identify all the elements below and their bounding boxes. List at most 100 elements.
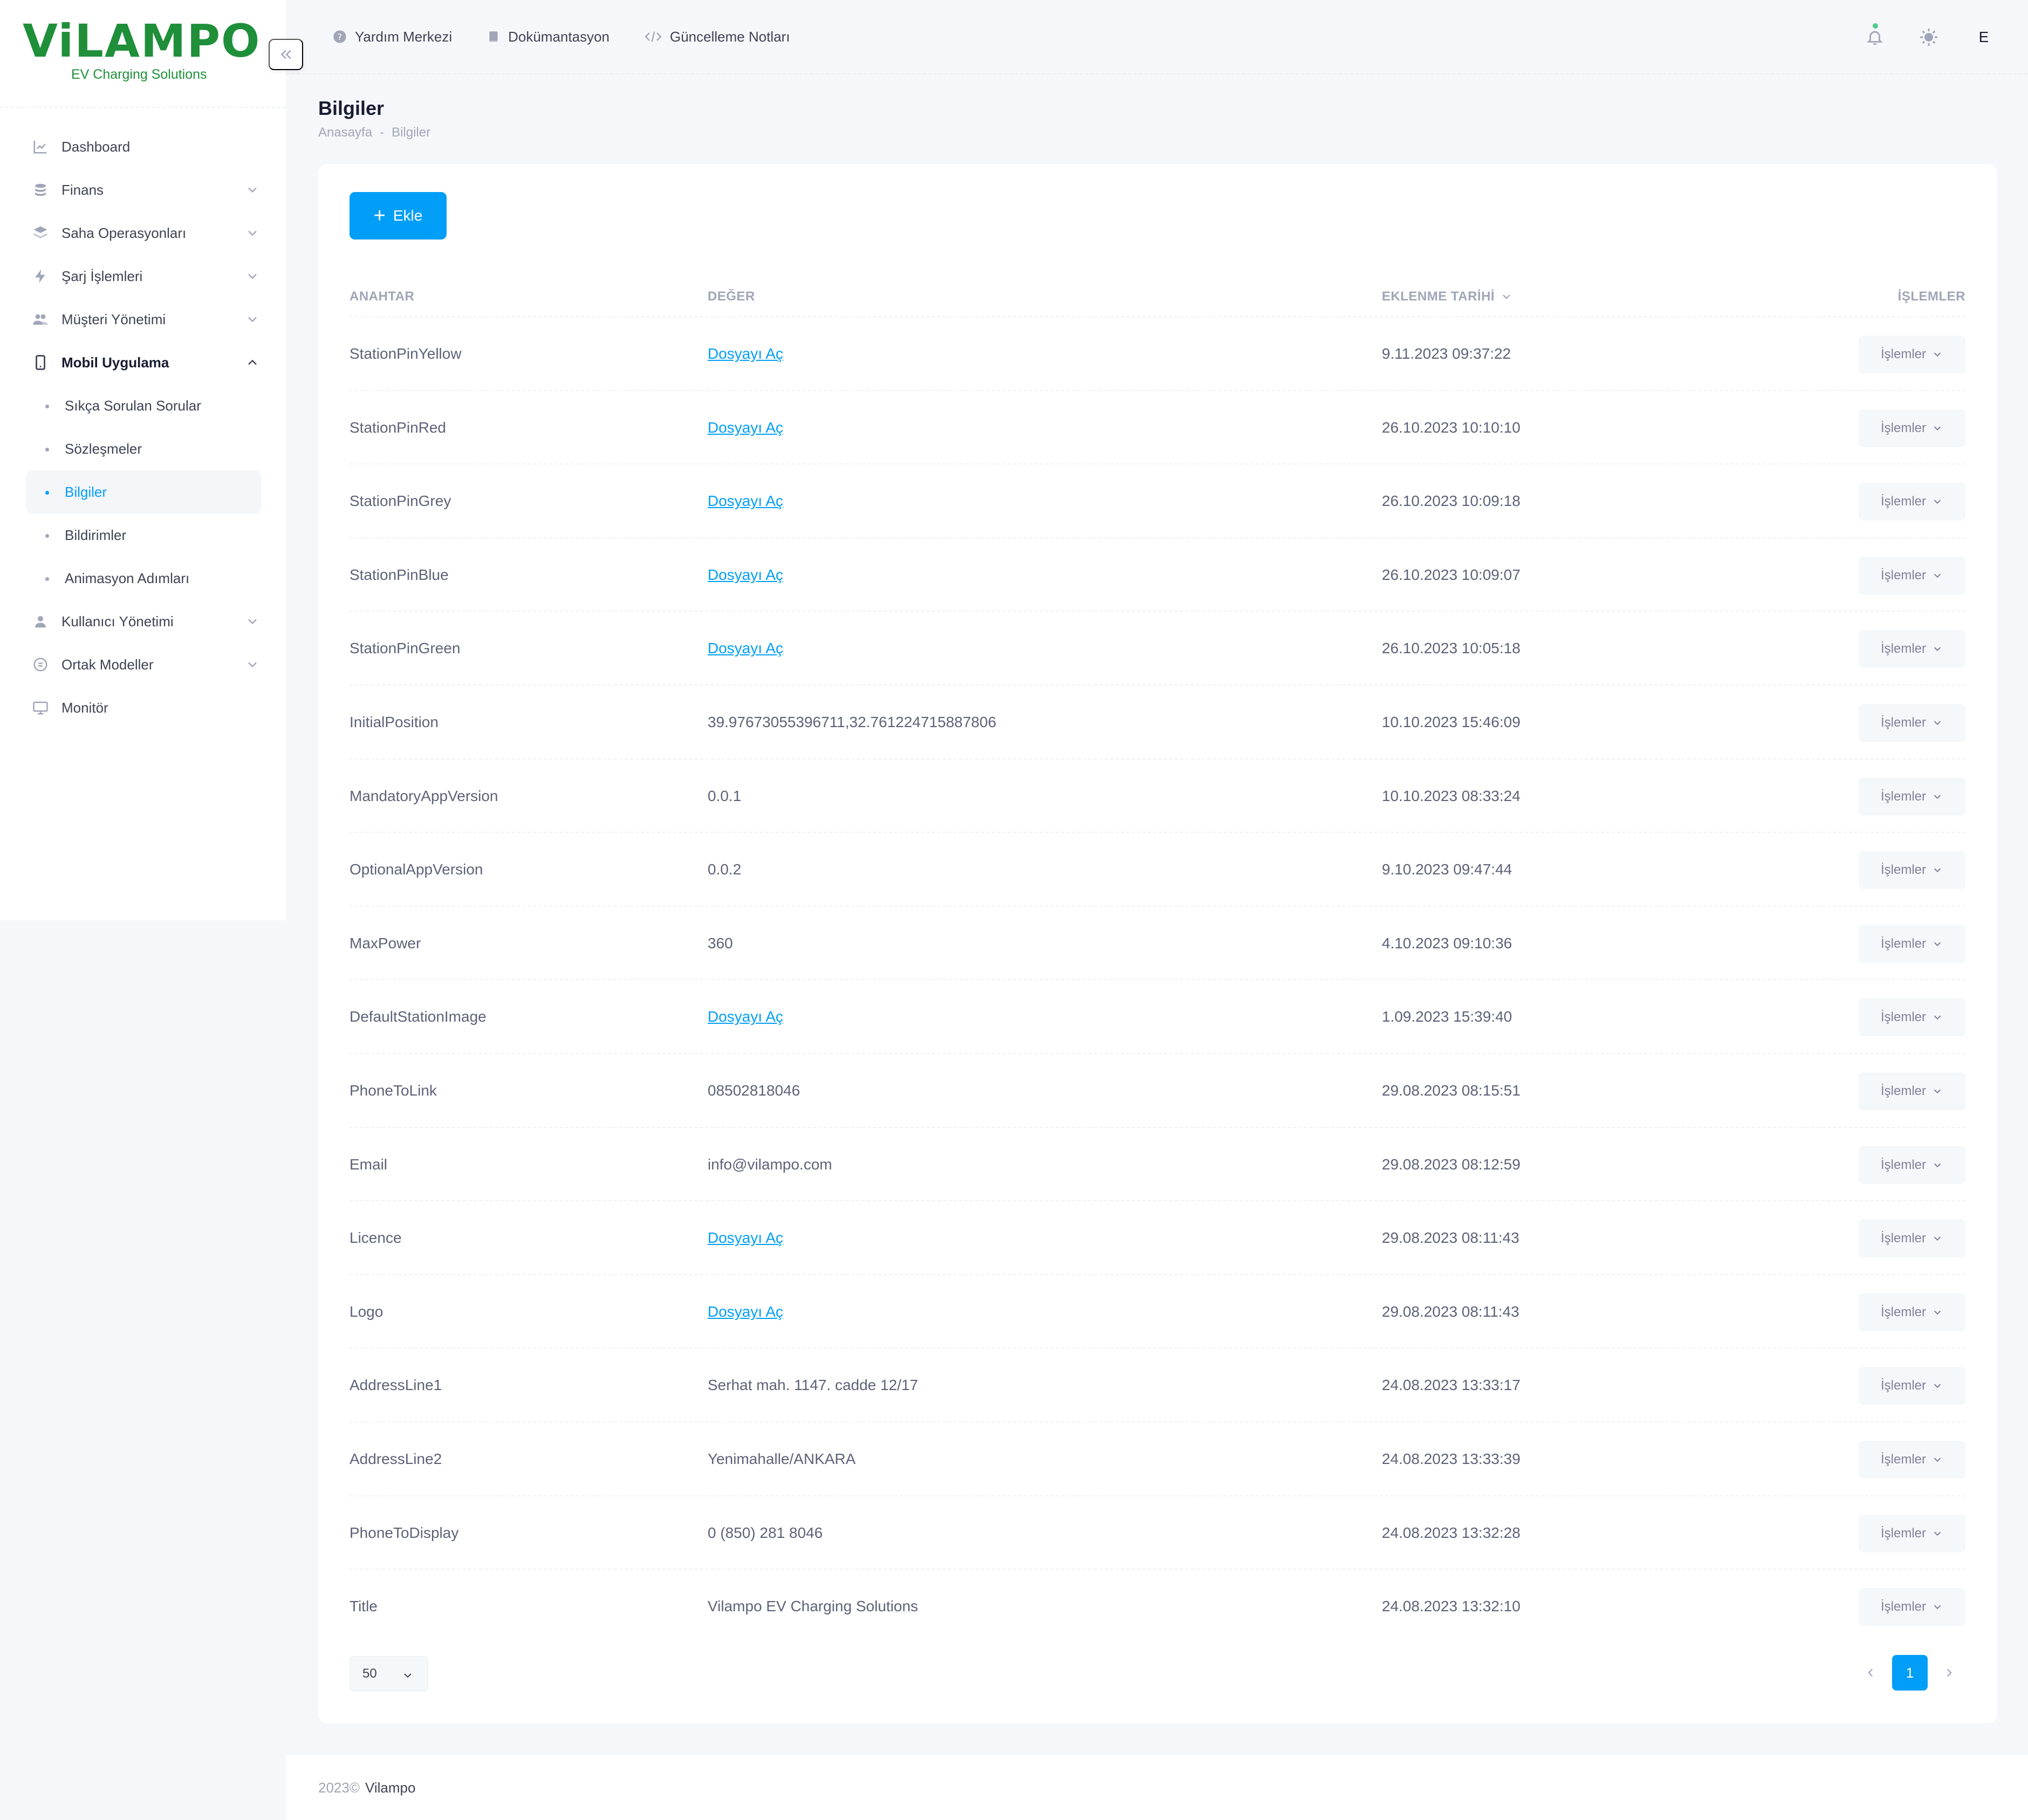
open-file-link[interactable]: Dosyayı Aç [708,1275,783,1349]
row-actions-label: İşlemler [1880,863,1926,878]
row-actions-button[interactable]: İşlemler [1859,409,1965,447]
sidebar-item-kullanici[interactable]: Kullanıcı Yönetimi [0,600,286,643]
chevron-down-icon [1934,942,1941,946]
open-file-link[interactable]: Dosyayı Aç [708,391,783,464]
sidebar-item-finans[interactable]: Finans [0,168,286,211]
bullet-icon [45,448,49,451]
breadcrumb-home[interactable]: Anasayfa [318,125,372,140]
row-value: 0.0.2 [708,861,742,878]
row-actions-button[interactable]: İşlemler [1859,1367,1965,1405]
row-actions-button[interactable]: İşlemler [1859,703,1965,742]
row-actions-button[interactable]: İşlemler [1859,630,1965,668]
row-actions-button[interactable]: İşlemler [1859,1588,1965,1626]
footer: 2023© Vilampo [286,1755,2028,1820]
help-circle-icon: ? [333,30,346,43]
open-file-link[interactable]: Dosyayı Aç [708,317,783,391]
chevron-down-icon [1934,1015,1941,1020]
row-key: Email [350,1155,388,1173]
row-value: 360 [708,934,733,952]
row-actions-button[interactable]: İşlemler [1859,851,1965,890]
documentation-link[interactable]: Dokümantasyon [487,29,609,45]
row-actions-label: İşlemler [1880,1599,1926,1614]
row-actions-button[interactable]: İşlemler [1859,1514,1965,1552]
row-date: 10.10.2023 08:33:24 [1382,787,1520,804]
row-actions-button[interactable]: İşlemler [1859,1293,1965,1331]
row-date: 1.09.2023 15:39:40 [1382,1008,1512,1025]
sidebar-subitem-bilgiler[interactable]: Bilgiler [26,470,261,514]
row-date: 29.08.2023 08:11:43 [1382,1229,1519,1247]
prev-page-button[interactable] [1854,1655,1887,1691]
page-size-select[interactable]: 50 [350,1656,428,1692]
chevron-right-icon [1947,1668,1952,1677]
row-actions-button[interactable]: İşlemler [1859,1072,1965,1110]
bolt-icon [31,267,50,285]
sidebar-item-monitor[interactable]: Monitör [0,686,286,729]
user-avatar[interactable]: E [1973,26,1995,48]
open-file-link[interactable]: Dosyayı Aç [708,538,783,612]
open-file-link[interactable]: Dosyayı Aç [708,980,783,1053]
sidebar-item-musteri[interactable]: Müşteri Yönetimi [0,298,286,341]
sidebar-item-mobil[interactable]: Mobil Uygulama [0,341,286,384]
row-actions-button[interactable]: İşlemler [1859,777,1965,816]
help-center-label: Yardım Merkezi [355,28,453,45]
row-date: 10.10.2023 15:46:09 [1382,713,1520,730]
header-actions: E [1864,0,2028,74]
sidebar-subitem-bildirimler[interactable]: Bildirimler [0,514,286,557]
header-links: ? Yardım Merkezi Dokümantasyon Güncellem… [286,29,825,45]
row-key: AddressLine1 [350,1377,442,1394]
page-number-button[interactable]: 1 [1892,1655,1928,1691]
sidebar-subitem-label: Bildirimler [65,526,127,543]
footer-brand-link[interactable]: Vilampo [365,1780,415,1796]
row-actions-button[interactable]: İşlemler [1859,556,1965,594]
table-row: MaxPower 360 4.10.2023 09:10:36 İşlemler [350,907,1965,981]
row-actions-button[interactable]: İşlemler [1859,998,1965,1037]
row-key: StationPinGreen [350,640,461,657]
row-actions-label: İşlemler [1880,1452,1926,1467]
open-file-link[interactable]: Dosyayı Aç [708,612,783,685]
open-file-link[interactable]: Dosyayı Aç [708,464,783,538]
table-row: PhoneToLink 08502818046 29.08.2023 08:15:5… [350,1054,1965,1128]
row-key: PhoneToDisplay [350,1524,459,1541]
help-center-link[interactable]: ? Yardım Merkezi [332,29,452,45]
theme-toggle-button[interactable] [1918,26,1940,48]
logo-area: ViLAMPO EV Charging Solutions [0,0,286,108]
brand-logo[interactable]: ViLAMPO [23,18,261,64]
sidebar-subitem-sozlesmeler[interactable]: Sözleşmeler [0,427,286,470]
sidebar-subitem-animasyon[interactable]: Animasyon Adımları [0,557,286,600]
row-actions-button[interactable]: İşlemler [1859,1440,1965,1479]
row-actions-button[interactable]: İşlemler [1859,1146,1965,1184]
row-date: 26.10.2023 10:10:10 [1382,419,1520,436]
row-actions-button[interactable]: İşlemler [1859,1220,1965,1258]
notifications-button[interactable] [1864,23,1886,48]
double-chevron-left-icon [280,50,291,59]
sidebar-collapse-button[interactable] [269,39,303,70]
sidebar-item-dashboard[interactable]: Dashboard [0,125,286,168]
chart-line-icon [31,138,50,156]
table-row: AddressLine2 Yenimahalle/ANKARA 24.08.2023… [350,1422,1965,1496]
row-key: Licence [350,1229,402,1247]
column-header-date[interactable]: EKLENME TARİHİ [1382,276,1513,317]
open-file-link[interactable]: Dosyayı Aç [708,1201,783,1275]
row-actions-button[interactable]: İşlemler [1859,336,1965,373]
add-button[interactable]: + Ekle [350,192,447,240]
sidebar-item-sarj[interactable]: Şarj İşlemleri [0,255,286,298]
chevron-left-icon [1868,1668,1873,1677]
sidebar-item-ortak[interactable]: Ortak Modeller [0,643,286,686]
row-date: 24.08.2023 13:32:10 [1382,1598,1520,1615]
row-value: Serhat mah. 1147. cadde 12/17 [708,1377,919,1394]
release-notes-link[interactable]: Güncelleme Notları [644,29,790,45]
info-table-card: + Ekle ANAHTAR DEĞER EKLENME TARİHİ İŞLE… [318,164,1997,1723]
sidebar-subitem-sss[interactable]: Sıkça Sorulan Sorular [0,384,286,427]
chevron-down-icon [1934,500,1941,504]
row-date: 29.08.2023 08:15:51 [1382,1082,1520,1099]
notification-dot [1873,23,1878,29]
sidebar-item-label: Müşteri Yönetimi [61,311,166,327]
row-key: InitialPosition [350,713,439,730]
table-row: StationPinRed Dosyayı Aç 26.10.2023 10:10:… [350,391,1965,465]
chevron-down-icon [1934,1458,1941,1462]
row-actions-button[interactable]: İşlemler [1859,925,1965,963]
row-key: StationPinRed [350,419,447,436]
next-page-button[interactable] [1933,1655,1965,1691]
row-actions-button[interactable]: İşlemler [1859,483,1965,521]
sidebar-item-saha[interactable]: Saha Operasyonları [0,211,286,255]
